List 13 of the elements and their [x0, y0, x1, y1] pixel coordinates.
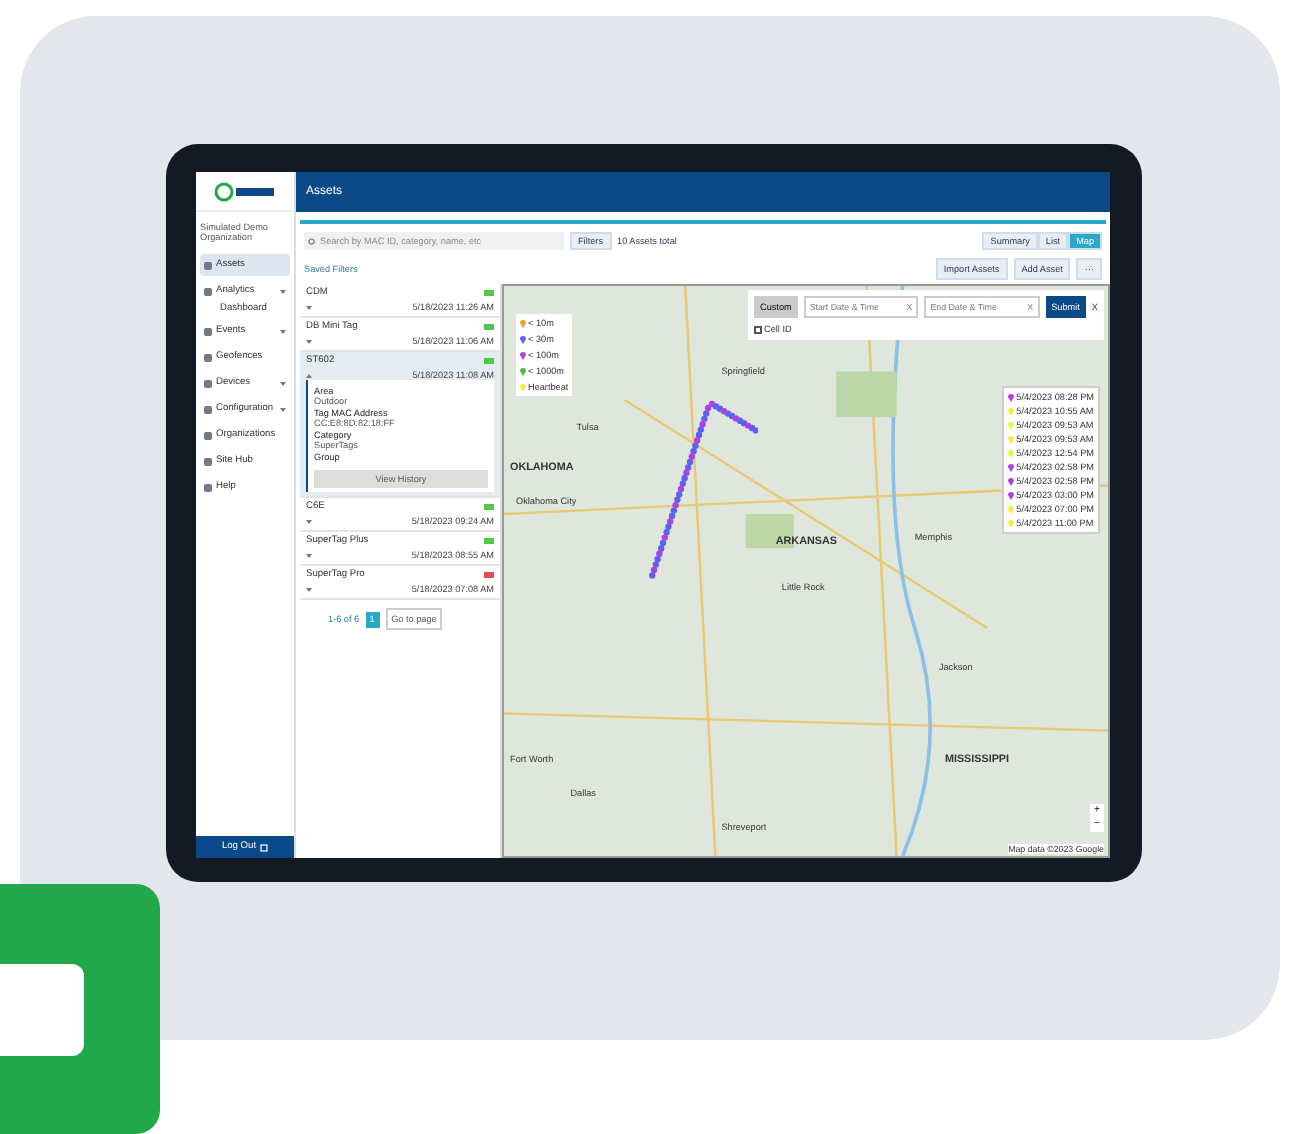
exit-icon	[260, 843, 269, 851]
nav-icon	[204, 483, 212, 491]
nav-icon	[204, 327, 212, 335]
nav-icon	[204, 405, 212, 413]
nav-icon	[204, 431, 212, 439]
search-icon	[308, 237, 316, 245]
nav-icon	[204, 261, 212, 269]
nav-icon	[204, 379, 212, 387]
nav-icon	[204, 457, 212, 465]
nav-icon	[204, 353, 212, 361]
nav-icon	[204, 287, 212, 295]
logo-icon	[213, 181, 277, 201]
square-cutout-shape	[0, 964, 84, 1056]
